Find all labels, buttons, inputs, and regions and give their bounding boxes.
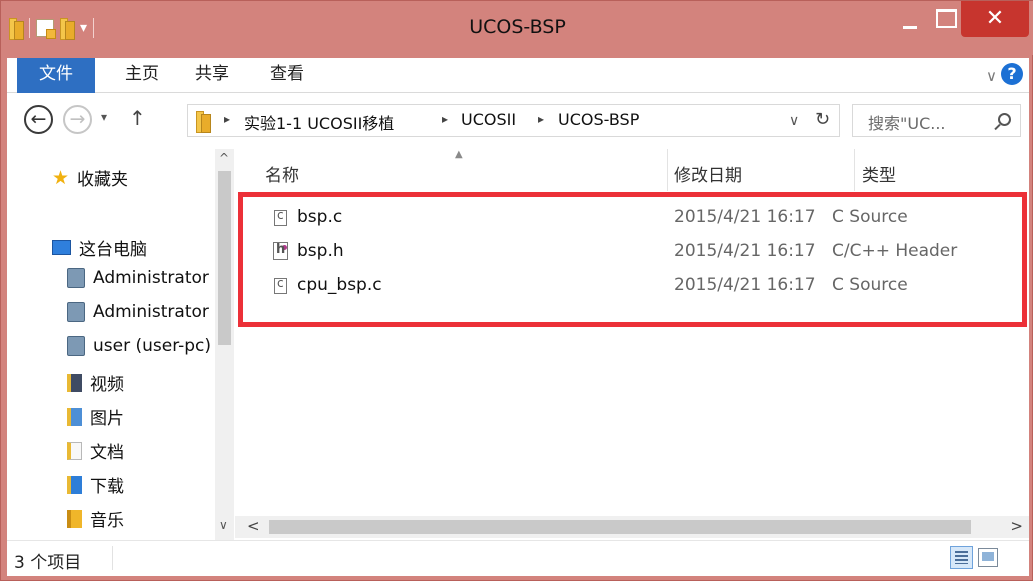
navigation-pane-scrollbar[interactable]: ^ ∨	[215, 149, 234, 540]
nav-item-user-folder[interactable]: user (user-pc)	[67, 336, 235, 356]
file-list-scrollbar[interactable]: < >	[235, 516, 1029, 538]
column-header-date[interactable]: 修改日期	[674, 161, 742, 186]
window-title: UCOS-BSP	[469, 16, 566, 38]
breadcrumb-separator-icon[interactable]: ▸	[224, 112, 230, 126]
recent-locations-chevron-icon[interactable]: ▾	[101, 110, 107, 124]
back-button[interactable]: ←	[24, 105, 53, 134]
nav-item-label: user (user-pc)	[93, 336, 212, 356]
nav-item-label: 这台电脑	[79, 240, 147, 260]
folder-icon	[196, 111, 211, 133]
navigation-pane: ★ 收藏夹 这台电脑 Administrator Administrator u…	[7, 149, 235, 540]
refresh-icon[interactable]: ↻	[815, 109, 830, 130]
explorer-window: ▾ UCOS-BSP ✕ 文件 主页 共享 查看 ∨ ? ← → ▾ ↑ ▸ 实…	[0, 0, 1033, 581]
nav-item-label: Administrator	[93, 268, 209, 288]
up-button[interactable]: ↑	[129, 106, 146, 130]
breadcrumb-separator-icon[interactable]: ▸	[538, 112, 544, 126]
column-header-name[interactable]: 名称	[265, 161, 299, 186]
nav-item-label: Administrator	[93, 302, 209, 322]
details-view-icon[interactable]	[950, 546, 973, 569]
column-divider[interactable]	[667, 149, 668, 191]
tab-view[interactable]: 查看	[270, 58, 304, 93]
search-input[interactable]: 搜索"UC...	[852, 104, 1021, 137]
pictures-icon	[67, 407, 82, 426]
main-content: ★ 收藏夹 这台电脑 Administrator Administrator u…	[7, 149, 1029, 540]
maximize-button[interactable]	[933, 1, 959, 40]
downloads-icon	[67, 475, 82, 494]
documents-icon	[67, 441, 82, 460]
breadcrumb-separator-icon[interactable]: ▸	[442, 112, 448, 126]
computer-icon	[52, 240, 71, 255]
large-icons-view-icon[interactable]	[978, 548, 998, 567]
nav-item-videos[interactable]: 视频	[67, 370, 235, 395]
nav-item-music[interactable]: 音乐	[67, 506, 235, 531]
nav-item-downloads[interactable]: 下载	[67, 472, 235, 497]
search-icon[interactable]	[998, 113, 1011, 126]
tab-share[interactable]: 共享	[195, 58, 229, 93]
breadcrumb-item[interactable]: 实验1-1 UCOSII移植	[244, 110, 394, 134]
tab-home[interactable]: 主页	[125, 58, 159, 93]
breadcrumb-item[interactable]: UCOSII	[461, 110, 516, 129]
music-icon	[67, 509, 82, 528]
nav-item-label: 收藏夹	[77, 170, 129, 190]
forward-button[interactable]: →	[63, 105, 92, 134]
status-bar: 3 个项目	[7, 540, 1029, 576]
column-divider[interactable]	[854, 149, 855, 191]
nav-item-pictures[interactable]: 图片	[67, 404, 235, 429]
close-button[interactable]: ✕	[961, 1, 1029, 37]
expand-ribbon-chevron-icon[interactable]: ∨	[986, 67, 997, 85]
nav-item-favorites[interactable]: ★ 收藏夹	[52, 165, 224, 191]
user-folder-icon	[67, 268, 85, 288]
nav-item-label: 音乐	[90, 511, 124, 531]
file-list: ▲ 名称 修改日期 类型 bsp.c 2015/4/21 16:17 C Sou…	[235, 149, 1029, 540]
scrollbar-thumb[interactable]	[269, 520, 971, 534]
item-count: 3 个项目	[14, 553, 82, 573]
tab-file[interactable]: 文件	[17, 58, 95, 93]
nav-item-user-folder[interactable]: Administrator	[67, 302, 235, 322]
nav-item-documents[interactable]: 文档	[67, 438, 235, 463]
scroll-down-icon[interactable]: ∨	[219, 518, 228, 532]
nav-item-label: 文档	[90, 443, 124, 463]
highlight-annotation-box	[238, 192, 1027, 327]
scroll-left-icon[interactable]: <	[247, 517, 260, 535]
address-bar[interactable]: ▸ 实验1-1 UCOSII移植 ▸ UCOSII ▸ UCOS-BSP ∨ ↻	[187, 104, 840, 137]
title-bar[interactable]: ▾ UCOS-BSP ✕	[1, 1, 1033, 55]
navigation-bar: ← → ▾ ↑ ▸ 实验1-1 UCOSII移植 ▸ UCOSII ▸ UCOS…	[7, 93, 1029, 149]
column-header-type[interactable]: 类型	[862, 161, 896, 186]
nav-item-this-pc[interactable]: 这台电脑	[52, 235, 224, 260]
nav-item-label: 下载	[90, 477, 124, 497]
nav-item-user-folder[interactable]: Administrator	[67, 268, 235, 288]
help-icon[interactable]: ?	[1001, 63, 1023, 85]
user-folder-icon	[67, 302, 85, 322]
scroll-right-icon[interactable]: >	[1010, 517, 1023, 535]
nav-item-label: 视频	[90, 375, 124, 395]
minimize-button[interactable]	[887, 1, 933, 40]
sort-ascending-icon: ▲	[455, 149, 463, 160]
nav-item-label: 图片	[90, 409, 124, 429]
status-divider	[112, 546, 113, 570]
star-icon: ★	[52, 166, 70, 189]
address-history-chevron-icon[interactable]: ∨	[789, 113, 799, 129]
scrollbar-thumb[interactable]	[218, 171, 231, 345]
search-placeholder: 搜索"UC...	[868, 114, 946, 133]
breadcrumb-item[interactable]: UCOS-BSP	[558, 110, 639, 129]
scroll-up-icon[interactable]: ^	[219, 151, 229, 165]
user-folder-icon	[67, 336, 85, 356]
videos-icon	[67, 373, 82, 392]
ribbon-tabs: 文件 主页 共享 查看 ∨ ?	[7, 58, 1029, 93]
